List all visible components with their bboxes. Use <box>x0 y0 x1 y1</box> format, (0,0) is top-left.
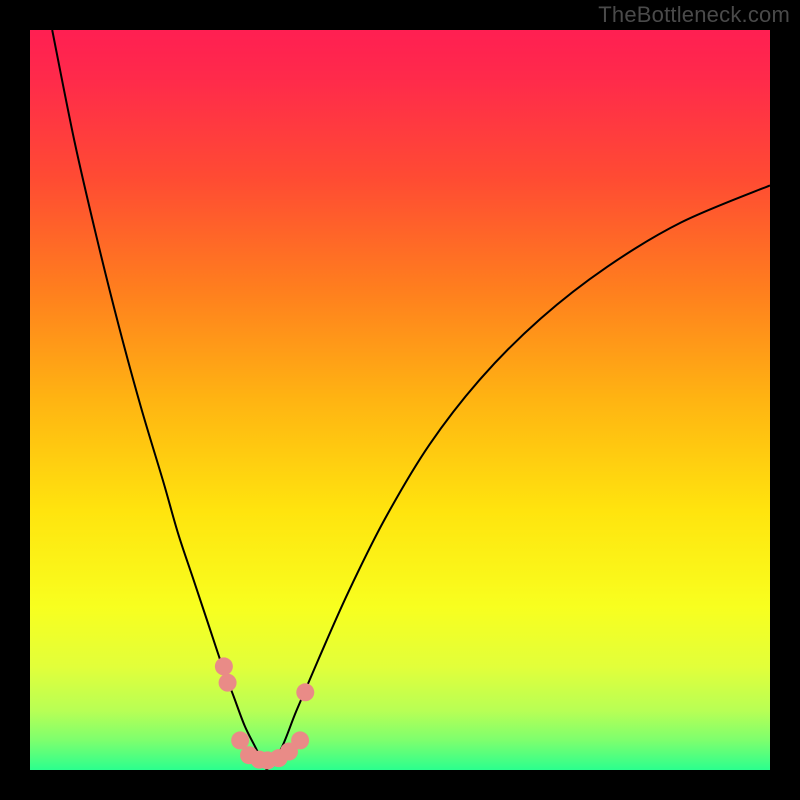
data-marker <box>296 683 314 701</box>
data-marker <box>219 674 237 692</box>
watermark-text: TheBottleneck.com <box>598 2 790 28</box>
data-marker <box>291 731 309 749</box>
chart-frame: TheBottleneck.com <box>0 0 800 800</box>
data-marker <box>215 657 233 675</box>
plot-background <box>30 30 770 770</box>
bottleneck-chart <box>0 0 800 800</box>
